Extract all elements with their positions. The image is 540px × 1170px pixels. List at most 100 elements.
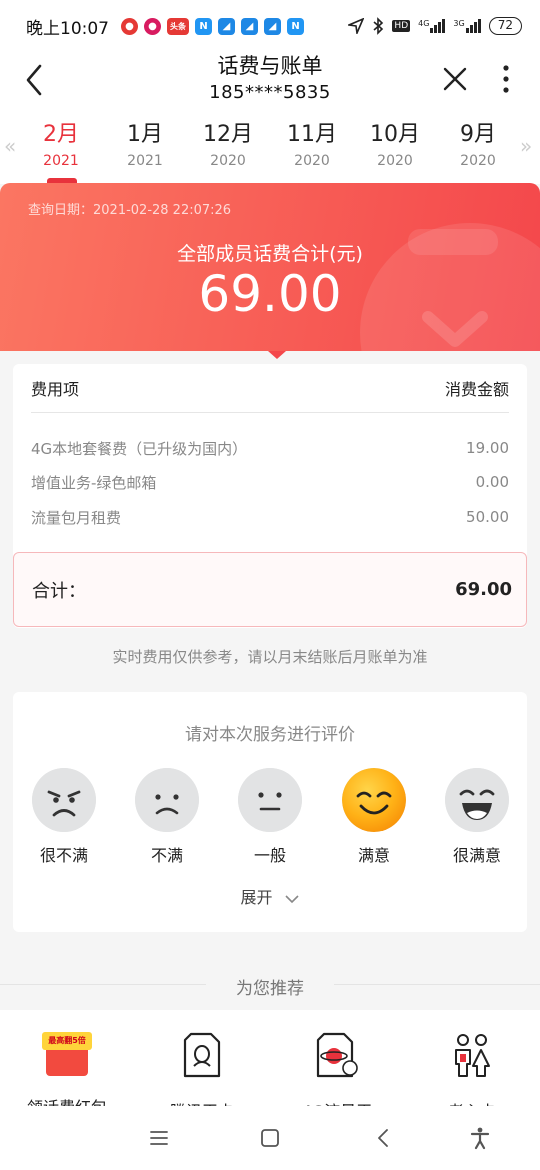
satisfied-face-icon[interactable] <box>342 768 406 832</box>
tab-year-label: 2020 <box>210 153 246 169</box>
disclaimer-text: 实时费用仅供参考，请以月末结账后月账单为准 <box>112 648 428 666</box>
tab-month[interactable]: 10月 2020 <box>360 120 430 172</box>
dissatisfied-face-icon[interactable] <box>135 768 199 832</box>
tab-month[interactable]: 12月 2020 <box>193 120 263 172</box>
location-icon <box>348 18 365 34</box>
recommend-item[interactable]: 孝心卡 <box>412 1030 532 1106</box>
bill-row: 4G本地套餐费（已升级为国内） 19.00 <box>31 436 509 460</box>
recommend-title: 为您推荐 <box>236 979 304 999</box>
tab-year-label: 2020 <box>294 153 330 169</box>
bill-row: 流量包月租费 50.00 <box>31 505 509 529</box>
bill-item-name: 4G本地套餐费（已升级为国内） <box>31 439 248 458</box>
total-label: 全部成员话费合计(元) <box>177 243 363 265</box>
tab-month-label: 10月 <box>370 122 420 147</box>
chevron-down-icon <box>284 894 299 903</box>
recommend-list: 最高翻5倍 领话费红包 腾讯王卡 4G流量王 孝心卡 <box>0 1010 540 1106</box>
banner-pointer <box>268 351 286 359</box>
accessibility-icon[interactable] <box>468 1126 492 1150</box>
total-row-value: 69.00 <box>455 579 512 600</box>
expand-label: 展开 <box>240 888 273 907</box>
status-time: 晚上10:07 <box>26 18 109 39</box>
system-nav-bar <box>0 1106 540 1170</box>
column-item-header: 费用项 <box>31 380 80 399</box>
hd-icon: HD <box>392 20 411 32</box>
bill-row: 增值业务-绿色邮箱 0.00 <box>31 470 509 494</box>
home-icon[interactable] <box>258 1126 282 1150</box>
tencent-sim-card-icon <box>183 1032 221 1078</box>
rating-title: 请对本次服务进行评价 <box>185 725 355 745</box>
tab-month[interactable]: 1月 2021 <box>110 120 180 172</box>
menu-icon[interactable] <box>147 1126 171 1150</box>
tab-month-label: 1月 <box>127 122 163 147</box>
bill-item-amount: 50.00 <box>466 508 509 526</box>
back-arrow-icon[interactable] <box>20 60 50 100</box>
4g-sim-card-icon <box>316 1032 358 1078</box>
rating-card: 请对本次服务进行评价 很不满 不满 一般 满意 很满意 展开 <box>13 692 527 932</box>
recommend-item[interactable]: 4G流量王 <box>277 1030 397 1106</box>
rating-option-label: 满意 <box>357 846 390 865</box>
recommend-item[interactable]: 最高翻5倍 领话费红包 <box>7 1030 127 1106</box>
back-icon[interactable] <box>372 1126 396 1150</box>
month-tabs: « 2月 2021 1月 2021 12月 2020 11月 2020 10月 … <box>0 114 540 184</box>
blue-app-icon: ◢ <box>264 17 281 35</box>
bill-card: 费用项 消费金额 4G本地套餐费（已升级为国内） 19.00 增值业务-绿色邮箱… <box>13 364 527 628</box>
blue-app-icon: ◢ <box>218 17 235 35</box>
red-packet-icon: 最高翻5倍 <box>42 1030 92 1080</box>
recommend-header: 为您推荐 <box>0 972 540 1000</box>
app-header: 话费与账单 185****5835 <box>0 52 540 114</box>
tab-month[interactable]: 2月 2021 <box>26 120 96 172</box>
status-app-icons: ● ● 头条 N ◢ ◢ ◢ N <box>121 17 304 35</box>
scroll-left-icon[interactable]: « <box>4 134 16 158</box>
neutral-face-icon[interactable] <box>238 768 302 832</box>
tab-month-label: 12月 <box>203 122 253 147</box>
header-title-block: 话费与账单 185****5835 <box>120 52 420 106</box>
recommend-item[interactable]: 腾讯王卡 <box>142 1030 262 1106</box>
more-options-icon[interactable] <box>496 62 516 96</box>
bill-total: 合计： 69.00 <box>13 552 527 627</box>
tab-year-label: 2020 <box>377 153 413 169</box>
signal-4g-icon: 4G <box>418 19 446 33</box>
bluetooth-icon <box>373 17 384 35</box>
bill-item-amount: 19.00 <box>466 439 509 457</box>
bill-item-amount: 0.00 <box>475 473 509 491</box>
recommend-item-label: 腾讯王卡 <box>142 1098 262 1106</box>
blue-app-icon: ◢ <box>241 17 258 35</box>
rating-option-label: 一般 <box>253 846 286 865</box>
expand-button[interactable]: 展开 <box>13 884 527 908</box>
recommend-item-label: 领话费红包 <box>7 1094 127 1106</box>
tab-month-label: 9月 <box>460 122 496 147</box>
scroll-right-icon[interactable]: » <box>520 134 532 158</box>
total-amount: 69.00 <box>198 265 342 323</box>
close-icon[interactable] <box>440 64 470 94</box>
tab-year-label: 2020 <box>460 153 496 169</box>
tab-month[interactable]: 11月 2020 <box>277 120 347 172</box>
status-bar: 晚上10:07 ● ● 头条 N ◢ ◢ ◢ N HD 4G 3G 72 <box>0 0 540 52</box>
tab-month[interactable]: 9月 2020 <box>443 120 513 172</box>
summary-banner: 查询日期：2021-02-28 22:07:26 全部成员话费合计(元) 69.… <box>0 183 540 351</box>
tab-month-label: 2月 <box>43 122 79 147</box>
bill-header: 费用项 消费金额 <box>31 364 509 413</box>
very-satisfied-face-icon[interactable] <box>445 768 509 832</box>
battery-indicator: 72 <box>488 17 522 35</box>
weibo-icon: ● <box>121 17 138 35</box>
recommend-item-label: 4G流量王 <box>277 1098 397 1106</box>
tab-year-label: 2021 <box>127 153 163 169</box>
toutiao-icon: 头条 <box>167 17 189 35</box>
very-dissatisfied-face-icon[interactable] <box>32 768 96 832</box>
bill-item-name: 流量包月租费 <box>31 508 122 527</box>
rating-option-label: 很不满 <box>39 846 88 865</box>
n-app-icon: N <box>287 17 304 35</box>
family-icon <box>455 1034 490 1077</box>
tab-year-label: 2021 <box>43 153 79 169</box>
column-amount-header: 消费金额 <box>444 380 509 399</box>
divider <box>334 984 540 985</box>
recommend-item-label: 孝心卡 <box>412 1098 532 1106</box>
phone-number: 185****5835 <box>209 82 331 103</box>
query-date: 查询日期：2021-02-28 22:07:26 <box>28 203 232 218</box>
tab-month-label: 11月 <box>287 122 337 147</box>
rating-option-label: 很满意 <box>452 846 501 865</box>
rating-option-label: 不满 <box>150 846 183 865</box>
n-app-icon: N <box>195 17 212 35</box>
page-title: 话费与账单 <box>217 54 323 78</box>
signal-3g-icon: 3G <box>453 19 481 33</box>
